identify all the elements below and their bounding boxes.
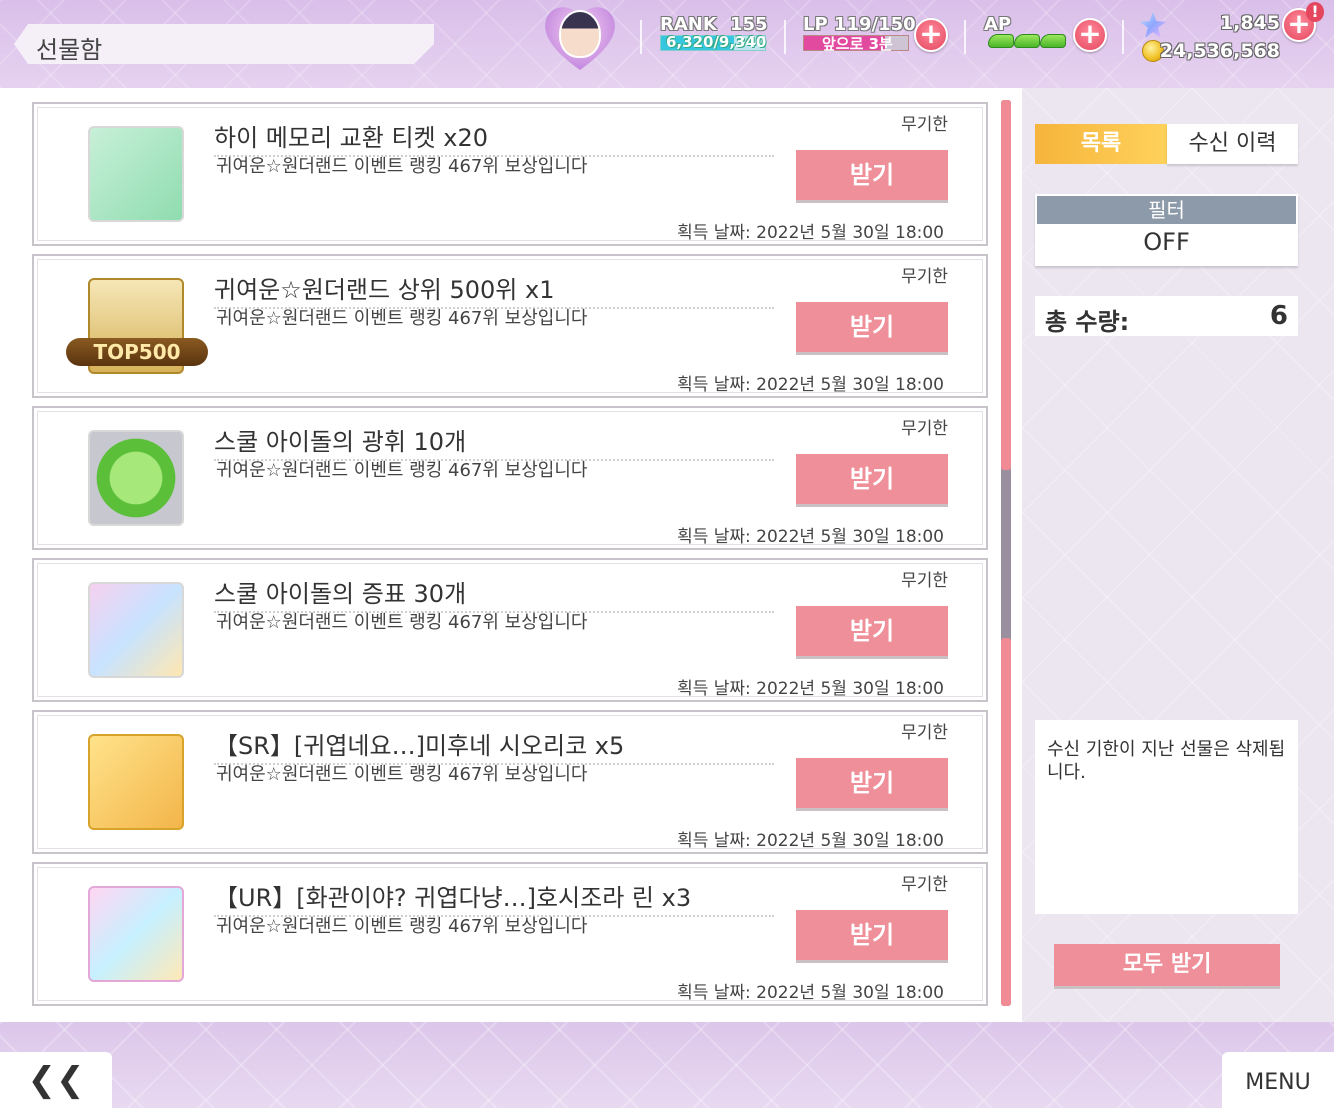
alert-badge: !	[1306, 2, 1324, 22]
gift-expiry: 무기한	[901, 267, 948, 287]
gift-acquired-date: 획득 날짜: 2022년 5월 30일 18:00	[677, 375, 944, 395]
claim-button[interactable]: 받기	[796, 758, 948, 808]
tab-receive-history[interactable]: 수신 이력	[1167, 124, 1298, 164]
ap-label: AP	[984, 14, 1012, 35]
gift-expiry: 무기한	[901, 571, 948, 591]
rank-exp-text: 6,320/9,340	[666, 33, 767, 51]
total-count-value: 6	[1269, 301, 1288, 331]
notice-text: 수신 기한이 지난 선물은 삭제됩니다.	[1047, 739, 1286, 783]
gift-expiry: 무기한	[901, 875, 948, 895]
bottom-bar	[0, 1022, 1334, 1108]
gift-description: 귀여운☆원더랜드 이벤트 랭킹 467위 보상입니다	[216, 308, 588, 329]
filter-button[interactable]: 필터 OFF	[1035, 194, 1298, 266]
card-ur-icon[interactable]	[88, 886, 184, 982]
claim-button[interactable]: 받기	[796, 910, 948, 960]
ap-shoe-icon	[1040, 34, 1066, 48]
gift-item: 스쿨 아이돌의 광휘 10개 귀여운☆원더랜드 이벤트 랭킹 467위 보상입니다…	[32, 406, 988, 550]
gift-acquired-date: 획득 날짜: 2022년 5월 30일 18:00	[677, 527, 944, 547]
filter-value: OFF	[1143, 228, 1190, 256]
gift-expiry: 무기한	[901, 115, 948, 135]
divider	[964, 20, 966, 54]
total-count-label: 총 수량:	[1045, 308, 1130, 336]
top500-badge-icon[interactable]: TOP500	[66, 278, 208, 374]
claim-button[interactable]: 받기	[796, 454, 948, 504]
gift-item: 하이 메모리 교환 티켓 x20 귀여운☆원더랜드 이벤트 랭킹 467위 보상입…	[32, 102, 988, 246]
receive-all-button[interactable]: 모두 받기	[1054, 944, 1280, 986]
gift-acquired-date: 획득 날짜: 2022년 5월 30일 18:00	[677, 983, 944, 1003]
menu-button[interactable]: MENU	[1222, 1052, 1334, 1108]
gift-item: 스쿨 아이돌의 증표 30개 귀여운☆원더랜드 이벤트 랭킹 467위 보상입니다…	[32, 558, 988, 702]
ap-shoe-icon	[1014, 34, 1040, 48]
filter-label: 필터	[1037, 196, 1296, 224]
tab-list[interactable]: 목록	[1035, 124, 1167, 164]
rank-label: RANK	[660, 14, 717, 35]
gift-acquired-date: 획득 날짜: 2022년 5월 30일 18:00	[677, 831, 944, 851]
claim-button[interactable]: 받기	[796, 606, 948, 656]
notice-box: 수신 기한이 지난 선물은 삭제됩니다.	[1035, 720, 1298, 914]
top500-badge-text: TOP500	[66, 338, 208, 366]
gift-description: 귀여운☆원더랜드 이벤트 랭킹 467위 보상입니다	[216, 156, 588, 177]
scrollbar-thumb[interactable]	[1001, 100, 1011, 470]
total-count-box: 총 수량: 6	[1035, 296, 1298, 336]
claim-button[interactable]: 받기	[796, 150, 948, 200]
rank-value: 155	[730, 14, 768, 35]
page-title: 선물함	[36, 36, 103, 64]
gift-acquired-date: 획득 날짜: 2022년 5월 30일 18:00	[677, 223, 944, 243]
gift-item: TOP500 귀여운☆원더랜드 상위 500위 x1 귀여운☆원더랜드 이벤트 랭킹…	[32, 254, 988, 398]
green-gem-icon[interactable]	[88, 430, 184, 526]
lp-add-button[interactable]: +	[914, 18, 948, 52]
scrollbar-thumb-lower	[1001, 638, 1011, 1006]
gift-item: 【SR】[귀엽네요…]미후네 시오리코 x5 귀여운☆원더랜드 이벤트 랭킹 46…	[32, 710, 988, 854]
avatar	[559, 10, 601, 58]
ap-add-button[interactable]: +	[1073, 18, 1107, 52]
star-gem-count: 1,845	[1219, 12, 1280, 34]
badge-icon[interactable]	[88, 582, 184, 678]
divider	[784, 20, 786, 54]
ticket-icon[interactable]	[88, 126, 184, 222]
gift-acquired-date: 획득 날짜: 2022년 5월 30일 18:00	[677, 679, 944, 699]
lp-label: LP 119/150	[803, 14, 916, 35]
profile-avatar[interactable]	[534, 2, 624, 72]
claim-button[interactable]: 받기	[796, 302, 948, 352]
card-sr-icon[interactable]	[88, 734, 184, 830]
gift-description: 귀여운☆원더랜드 이벤트 랭킹 467위 보상입니다	[216, 460, 588, 481]
gift-expiry: 무기한	[901, 723, 948, 743]
gift-description: 귀여운☆원더랜드 이벤트 랭킹 467위 보상입니다	[216, 612, 588, 633]
gift-item: 【UR】[화관이야? 귀엽다냥…]호시조라 린 x3 귀여운☆원더랜드 이벤트 랭…	[32, 862, 988, 1006]
divider	[1122, 20, 1124, 54]
ap-shoe-icon	[988, 34, 1014, 48]
gift-description: 귀여운☆원더랜드 이벤트 랭킹 467위 보상입니다	[216, 916, 588, 937]
gold-count: 24,536,568	[1159, 40, 1280, 62]
gift-expiry: 무기한	[901, 419, 948, 439]
lp-recover-text: 앞으로 3분	[822, 35, 893, 53]
back-button[interactable]: ❮❮	[0, 1052, 112, 1108]
gift-description: 귀여운☆원더랜드 이벤트 랭킹 467위 보상입니다	[216, 764, 588, 785]
divider	[640, 20, 642, 54]
